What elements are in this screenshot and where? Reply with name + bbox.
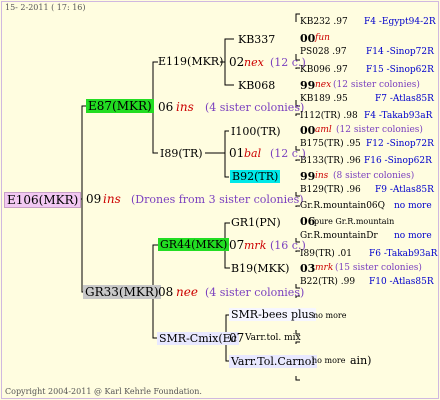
node-smr-cmix[interactable]: SMR-Cmix(Ec [157,332,239,345]
node-varr-tol-carnol[interactable]: Varr.Tol.Carnol [229,355,317,368]
b19-num: 03 [300,262,316,275]
b92-note: ins [315,171,329,181]
node-i89-num: 01 [229,146,245,160]
node-e87-note: ins [176,100,194,114]
kb068-sub: (12 sister colonies) [333,80,420,90]
node-smr-cmix-mid: Varr.tol. mix [245,333,301,343]
node-i89[interactable]: I89(TR) [160,148,203,159]
smr-bees-right: no more [313,311,347,320]
node-smr-bees-plus[interactable]: SMR-bees plus [229,308,317,321]
i100-sub: (12 sister colonies) [336,125,423,135]
root-sub: (Drones from 3 sister colonies) [131,193,304,206]
node-e87[interactable]: E87(MKR) [86,99,154,113]
node-gr33-note: nee [176,285,198,299]
i100-right-1: F4 -Takab93aR [364,111,433,121]
varr-tol-tail: ain) [350,354,372,367]
root-num: 09 [86,192,102,206]
node-e87-num: 06 [158,100,174,114]
b92-right-2: F9 -Atlas85R [375,185,434,195]
date-header: 15- 2-2011 ( 17: 16) [5,3,86,12]
i100-id-2: B175(TR) .95 [300,139,361,149]
node-gr44-note: mrk [244,239,267,252]
b19-right-2: F10 -Atlas85R [369,277,434,287]
kb068-num: 99 [300,79,316,92]
node-gr44[interactable]: GR44(MKK) [158,238,230,251]
b19-sub: (15 sister colonies) [335,263,422,273]
node-b19[interactable]: B19(MKK) [231,263,289,274]
b19-id-1: I89(TR) .01 [300,249,352,259]
copyright-footer: Copyright 2004-2011 @ Karl Kehrle Founda… [5,387,202,396]
gr1-id-1: Gr.R.mountain06Q [300,201,386,211]
node-i89-note: bal [244,147,262,160]
kb068-note: nex [315,80,332,90]
kb068-id-2: KB189 .95 [300,94,348,104]
b19-id-2: B22(TR) .99 [300,277,356,287]
root-node[interactable]: E106(MKR) [4,192,82,208]
kb068-right-2: F7 -Atlas85R [375,94,434,104]
b92-id-2: B129(TR) .96 [300,185,361,195]
b92-num: 99 [300,170,316,183]
b92-sub: (8 sister colonies) [333,171,415,181]
kb337-id-2: PS028 .97 [300,47,347,57]
kb068-id-1: KB096 .97 [300,65,348,75]
kb337-right-2: F14 -Sinop72R [366,47,434,57]
i100-num: 00 [300,124,316,137]
gr1-id-2: Gr.R.mountainDr [300,231,378,241]
node-gr44-num: 07 [229,238,245,252]
gr1-mid: pure Gr.R.mountain [314,217,395,226]
node-i100[interactable]: I100(TR) [231,126,281,137]
kb337-note: fun [315,33,330,43]
i100-id-1: I112(TR) .98 [300,111,358,121]
gr1-right-1: no more [394,201,432,211]
node-e87-sub: (4 sister colonies) [205,101,305,114]
root-note: ins [103,192,121,206]
node-e119[interactable]: E119(MKR) [158,56,223,67]
i100-note: aml [315,125,332,135]
gr1-right-2: no more [394,231,432,241]
node-smr-cmix-num: 07 [229,331,245,345]
b92-id-1: B133(TR) .96 [300,156,361,166]
node-gr33-sub: (4 sister colonies) [205,286,305,299]
kb337-num: 00 [300,32,316,45]
kb337-id-1: KB232 .97 [300,17,348,27]
node-gr1[interactable]: GR1(PN) [231,217,281,228]
node-kb337[interactable]: KB337 [238,34,275,45]
b19-note: mrk [315,263,334,273]
node-gr33-num: 08 [158,285,174,299]
node-gr33[interactable]: GR33(MKR) [83,285,161,299]
node-e119-note: nex [244,56,264,69]
varr-tol-right: no more [312,356,346,365]
kb337-right-1: F4 -Egypt94-2R [364,17,436,27]
b19-right-1: F6 -Takab93aR [369,249,438,259]
kb068-right-1: F15 -Sinop62R [366,65,434,75]
b92-right-1: F16 -Sinop62R [364,156,432,166]
node-b92[interactable]: B92(TR) [230,170,281,183]
node-e119-num: 02 [229,55,245,69]
node-kb068[interactable]: KB068 [238,80,275,91]
i100-right-2: F12 -Sinop72R [366,139,434,149]
